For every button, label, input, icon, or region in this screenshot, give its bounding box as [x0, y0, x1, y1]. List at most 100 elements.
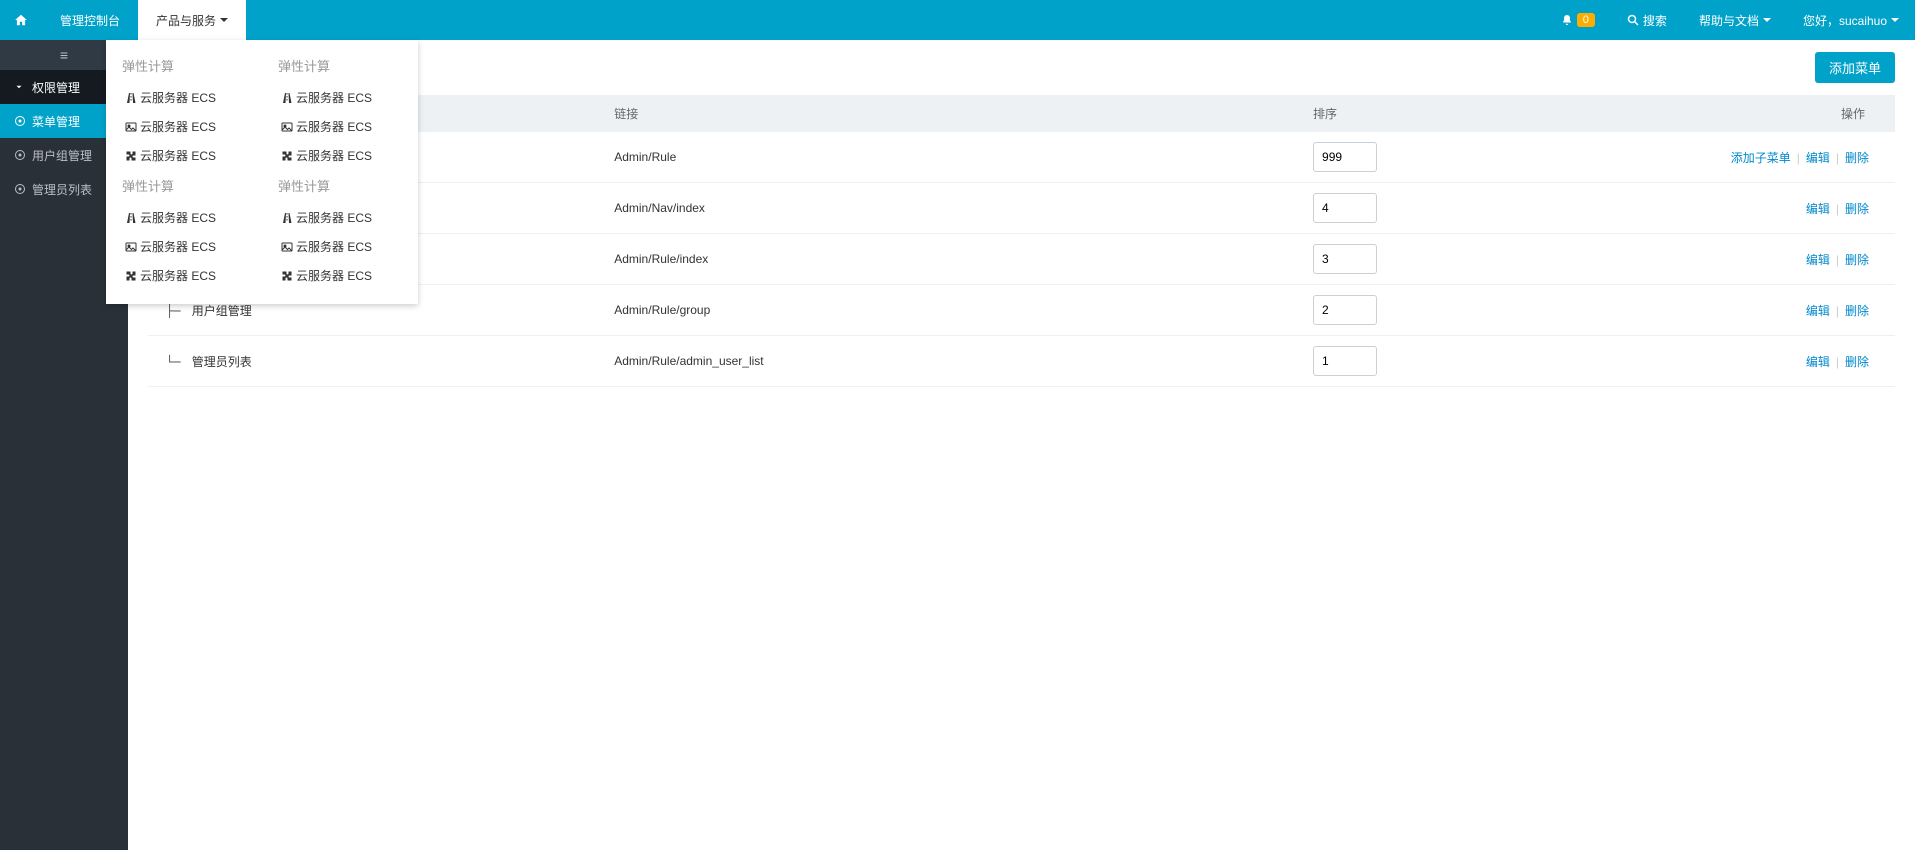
search-icon: [1627, 14, 1639, 26]
puzzle-icon: [122, 270, 140, 282]
mega-column: 弹性计算 云服务器 ECS 云服务器 ECS 云服务器 ECS 弹性计算 云服务…: [262, 50, 418, 290]
cell-ops: 编辑|删除: [1685, 336, 1895, 387]
cell-ops: 编辑|删除: [1685, 234, 1895, 285]
console-link[interactable]: 管理控制台: [42, 0, 138, 40]
puzzle-icon: [122, 150, 140, 162]
user-dropdown[interactable]: 您好，sucaihuo: [1787, 0, 1915, 40]
delete-link[interactable]: 删除: [1845, 151, 1869, 165]
delete-link[interactable]: 删除: [1845, 253, 1869, 267]
delete-link[interactable]: 删除: [1845, 304, 1869, 318]
help-label: 帮助与文档: [1699, 12, 1759, 29]
col-sort: 排序: [1301, 95, 1685, 132]
cell-link: Admin/Rule: [602, 132, 1301, 183]
edit-link[interactable]: 编辑: [1806, 253, 1830, 267]
help-dropdown[interactable]: 帮助与文档: [1683, 0, 1787, 40]
mega-item[interactable]: 云服务器 ECS: [278, 112, 402, 141]
notify-badge: 0: [1577, 13, 1595, 27]
menu-icon: ≡: [60, 47, 68, 63]
mega-item[interactable]: 云服务器 ECS: [278, 203, 402, 232]
search-button[interactable]: 搜索: [1611, 0, 1683, 40]
road-icon: [122, 92, 140, 104]
cell-ops: 添加子菜单|编辑|删除: [1685, 132, 1895, 183]
edit-link[interactable]: 编辑: [1806, 355, 1830, 369]
home-icon: [14, 13, 28, 27]
table-row: └─ 管理员列表Admin/Rule/admin_user_list编辑|删除: [148, 336, 1895, 387]
col-op: 操作: [1685, 95, 1895, 132]
products-label: 产品与服务: [156, 12, 216, 29]
mega-item[interactable]: 云服务器 ECS: [122, 112, 246, 141]
user-greeting: 您好，sucaihuo: [1803, 12, 1887, 29]
sidebar-label: 菜单管理: [32, 113, 80, 130]
target-icon: [14, 149, 32, 161]
mega-column: 弹性计算 云服务器 ECS 云服务器 ECS 云服务器 ECS 弹性计算 云服务…: [106, 50, 262, 290]
tree-branch-icon: ├─: [166, 304, 188, 318]
image-icon: [122, 241, 140, 253]
edit-link[interactable]: 编辑: [1806, 151, 1830, 165]
edit-link[interactable]: 编辑: [1806, 202, 1830, 216]
tree-branch-icon: └─: [166, 355, 188, 369]
edit-link[interactable]: 编辑: [1806, 304, 1830, 318]
bell-icon: [1561, 14, 1573, 26]
cell-ops: 编辑|删除: [1685, 183, 1895, 234]
sidebar-label: 用户组管理: [32, 147, 92, 164]
cell-name: └─ 管理员列表: [148, 336, 602, 387]
road-icon: [122, 212, 140, 224]
mega-group-title: 弹性计算: [122, 170, 246, 203]
mega-item[interactable]: 云服务器 ECS: [122, 83, 246, 112]
cell-ops: 编辑|删除: [1685, 285, 1895, 336]
mega-group-title: 弹性计算: [122, 50, 246, 83]
sidebar-label: 管理员列表: [32, 181, 92, 198]
mega-item[interactable]: 云服务器 ECS: [122, 141, 246, 170]
sidebar-label: 权限管理: [32, 79, 80, 96]
mega-item[interactable]: 云服务器 ECS: [278, 261, 402, 290]
sort-input[interactable]: [1313, 142, 1377, 172]
mega-item[interactable]: 云服务器 ECS: [278, 232, 402, 261]
image-icon: [122, 121, 140, 133]
cell-sort: [1301, 132, 1685, 183]
add-menu-button[interactable]: 添加菜单: [1815, 52, 1895, 83]
search-label: 搜索: [1643, 12, 1667, 29]
topbar: 管理控制台 产品与服务 0 搜索 帮助与文档 您好，sucaihuo: [0, 0, 1915, 40]
caret-down-icon: [1763, 18, 1771, 22]
delete-link[interactable]: 删除: [1845, 355, 1869, 369]
menu-name: 用户组管理: [192, 304, 252, 318]
menu-name: 管理员列表: [192, 355, 252, 369]
target-icon: [14, 183, 32, 195]
cell-sort: [1301, 336, 1685, 387]
cell-sort: [1301, 234, 1685, 285]
cell-sort: [1301, 285, 1685, 336]
sort-input[interactable]: [1313, 346, 1377, 376]
products-dropdown-toggle[interactable]: 产品与服务: [138, 0, 246, 40]
road-icon: [278, 92, 296, 104]
puzzle-icon: [278, 150, 296, 162]
caret-down-icon: [1891, 18, 1899, 22]
add-submenu-link[interactable]: 添加子菜单: [1731, 151, 1791, 165]
cell-sort: [1301, 183, 1685, 234]
notifications-button[interactable]: 0: [1545, 0, 1611, 40]
road-icon: [278, 212, 296, 224]
mega-group-title: 弹性计算: [278, 50, 402, 83]
home-button[interactable]: [0, 0, 42, 40]
delete-link[interactable]: 删除: [1845, 202, 1869, 216]
mega-item[interactable]: 云服务器 ECS: [278, 83, 402, 112]
cell-link: Admin/Rule/index: [602, 234, 1301, 285]
image-icon: [278, 241, 296, 253]
cell-link: Admin/Nav/index: [602, 183, 1301, 234]
sort-input[interactable]: [1313, 193, 1377, 223]
image-icon: [278, 121, 296, 133]
cell-link: Admin/Rule/group: [602, 285, 1301, 336]
caret-down-icon: [220, 18, 228, 22]
puzzle-icon: [278, 270, 296, 282]
cell-link: Admin/Rule/admin_user_list: [602, 336, 1301, 387]
mega-item[interactable]: 云服务器 ECS: [278, 141, 402, 170]
sort-input[interactable]: [1313, 244, 1377, 274]
col-link: 链接: [602, 95, 1301, 132]
chevron-down-icon: [14, 82, 32, 92]
mega-item[interactable]: 云服务器 ECS: [122, 232, 246, 261]
mega-item[interactable]: 云服务器 ECS: [122, 261, 246, 290]
mega-item[interactable]: 云服务器 ECS: [122, 203, 246, 232]
target-icon: [14, 115, 32, 127]
mega-group-title: 弹性计算: [278, 170, 402, 203]
products-mega-dropdown: 弹性计算 云服务器 ECS 云服务器 ECS 云服务器 ECS 弹性计算 云服务…: [106, 40, 418, 304]
sort-input[interactable]: [1313, 295, 1377, 325]
